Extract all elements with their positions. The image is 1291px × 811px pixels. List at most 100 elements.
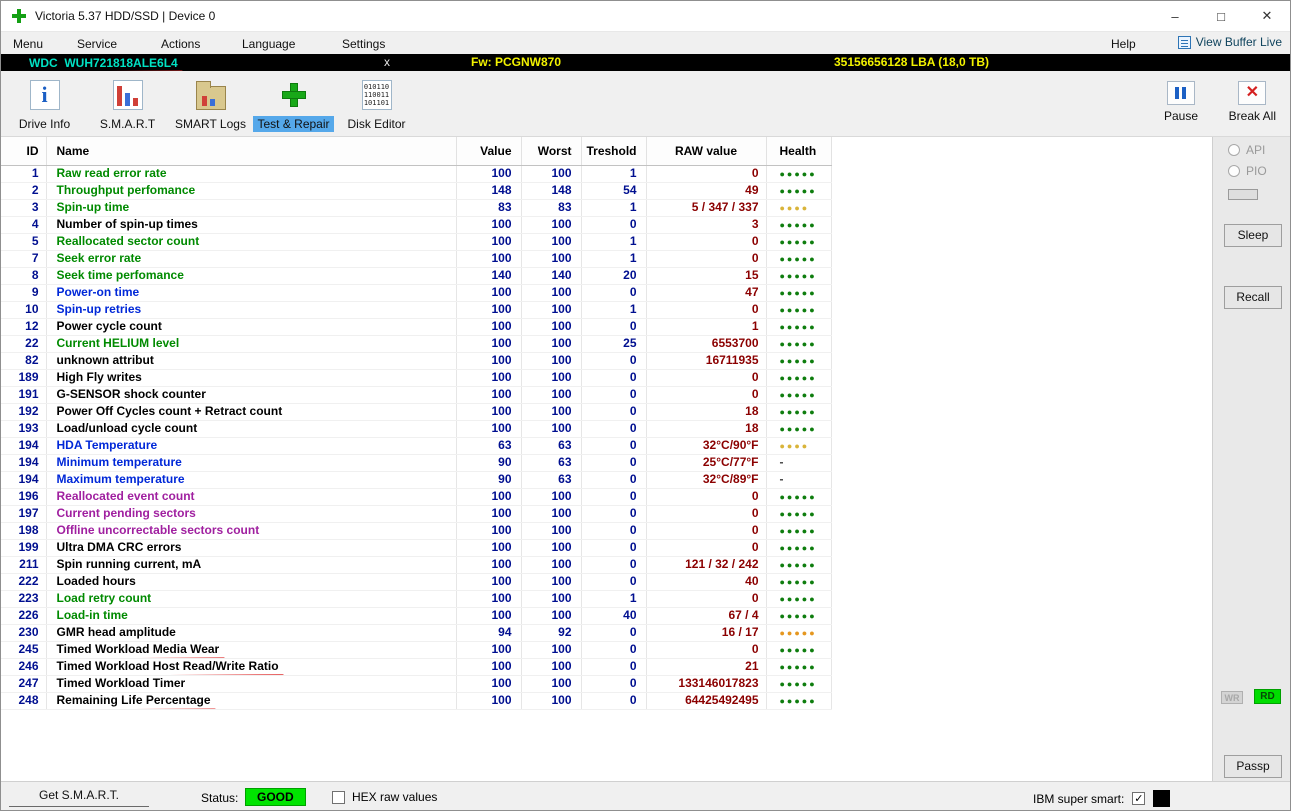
recall-button[interactable]: Recall	[1224, 286, 1282, 309]
toolbar-test-repair[interactable]: Test & Repair	[252, 75, 335, 132]
table-row[interactable]: 197 Current pending sectors 100 100 0 0 ●●●●●	[1, 505, 832, 523]
menu-item-menu[interactable]: Menu	[9, 35, 47, 53]
col-header-raw[interactable]: RAW value	[646, 137, 767, 166]
col-header-value[interactable]: Value	[456, 137, 522, 166]
close-icon[interactable]: ✕	[1244, 1, 1290, 32]
menu-item-service[interactable]: Service	[73, 35, 121, 53]
health-dots: ●●●●●	[779, 287, 817, 298]
col-header-worst[interactable]: Worst	[521, 137, 582, 166]
activity-indicator	[1228, 189, 1258, 200]
health-dots: ●●●●●	[779, 576, 817, 587]
menu-item-help[interactable]: Help	[1107, 35, 1140, 53]
api-radio[interactable]: API	[1228, 143, 1265, 157]
table-row[interactable]: 198 Offline uncorrectable sectors count 10…	[1, 522, 832, 540]
cell-value: 100	[456, 658, 522, 676]
table-row[interactable]: 82 unknown attribut 100 100 0 16711935 ●●●●●	[1, 352, 832, 370]
cell-health: ●●●●●	[766, 590, 832, 608]
maximize-icon[interactable]: □	[1198, 1, 1244, 32]
table-row[interactable]: 199 Ultra DMA CRC errors 100 100 0 0 ●●●●●	[1, 539, 832, 557]
table-row[interactable]: 9 Power-on time 100 100 0 47 ●●●●●	[1, 284, 832, 302]
table-row[interactable]: 194 HDA Temperature 63 63 0 32°C/90°F ●●●●	[1, 437, 832, 455]
menu-item-settings[interactable]: Settings	[338, 35, 389, 53]
cell-worst: 63	[521, 437, 582, 455]
health-dots: ●●●●●	[779, 508, 817, 519]
cell-raw-value: 32°C/89°F	[646, 471, 767, 489]
table-row[interactable]: 12 Power cycle count 100 100 0 1 ●●●●●	[1, 318, 832, 336]
cell-value: 100	[456, 352, 522, 370]
table-row[interactable]: 211 Spin running current, mA 100 100 0 121 / …	[1, 556, 832, 574]
cell-worst: 92	[521, 624, 582, 642]
table-row[interactable]: 10 Spin-up retries 100 100 1 0 ●●●●●	[1, 301, 832, 319]
toolbar-smart[interactable]: S.M.A.R.T	[86, 75, 169, 132]
health-dots: ●●●●●	[779, 644, 817, 655]
table-row[interactable]: 7 Seek error rate 100 100 1 0 ●●●●●	[1, 250, 832, 268]
col-header-health[interactable]: Health	[766, 137, 832, 166]
col-header-treshold[interactable]: Treshold	[581, 137, 647, 166]
table-row[interactable]: 223 Load retry count 100 100 1 0 ●●●●●	[1, 590, 832, 608]
cell-worst: 100	[521, 607, 582, 625]
cell-id: 12	[1, 318, 47, 336]
table-row[interactable]: 189 High Fly writes 100 100 0 0 ●●●●●	[1, 369, 832, 387]
cell-raw-value: 3	[646, 216, 767, 234]
col-header-id[interactable]: ID	[1, 137, 47, 166]
cell-value: 100	[456, 556, 522, 574]
table-row[interactable]: 222 Loaded hours 100 100 0 40 ●●●●●	[1, 573, 832, 591]
cell-id: 196	[1, 488, 47, 506]
table-row[interactable]: 248 Remaining Life Percentage 100 100 0 64425…	[1, 692, 832, 710]
cell-worst: 100	[521, 318, 582, 336]
smart-logs-icon	[194, 78, 228, 112]
table-row[interactable]: 193 Load/unload cycle count 100 100 0 18 ●●●●●	[1, 420, 832, 438]
table-row[interactable]: 191 G-SENSOR shock counter 100 100 0 0 ●●●●●	[1, 386, 832, 404]
table-row[interactable]: 4 Number of spin-up times 100 100 0 3 ●●●●●	[1, 216, 832, 234]
cell-id: 10	[1, 301, 47, 319]
table-row[interactable]: 194 Maximum temperature 90 63 0 32°C/89°F -	[1, 471, 832, 489]
cell-treshold: 1	[581, 165, 647, 183]
table-row[interactable]: 3 Spin-up time 83 83 1 5 / 347 / 337 ●●●●	[1, 199, 832, 217]
cell-treshold: 0	[581, 454, 647, 472]
get-smart-button[interactable]: Get S.M.A.R.T.	[9, 786, 149, 807]
toolbar-smart-logs[interactable]: SMART Logs	[169, 75, 252, 132]
health-dots: ●●●●●	[779, 253, 817, 264]
break-all-icon: ✕	[1238, 81, 1267, 105]
toolbar-disk-editor[interactable]: 010110 110011 101101 Disk Editor	[335, 75, 418, 132]
minimize-icon[interactable]: –	[1152, 1, 1198, 32]
cell-worst: 100	[521, 641, 582, 659]
ibm-checkbox-icon[interactable]: ✓	[1132, 792, 1146, 805]
status-label: Status:	[201, 791, 239, 805]
cell-value: 94	[456, 624, 522, 642]
table-row[interactable]: 196 Reallocated event count 100 100 0 0 ●●●●●	[1, 488, 832, 506]
table-row[interactable]: 230 GMR head amplitude 94 92 0 16 / 17 ●●●●●	[1, 624, 832, 642]
cell-health: ●●●●●	[766, 250, 832, 268]
table-row[interactable]: 246 Timed Workload Host Read/Write Ratio 1…	[1, 658, 832, 676]
table-row[interactable]: 192 Power Off Cycles count + Retract coun…	[1, 403, 832, 421]
cell-raw-value: 16711935	[646, 352, 767, 370]
break-all-button[interactable]: ✕ Break All	[1229, 81, 1276, 123]
toolbar-drive-info[interactable]: i Drive Info	[3, 75, 86, 132]
table-row[interactable]: 247 Timed Workload Timer 100 100 0 1331460178…	[1, 675, 832, 693]
table-row[interactable]: 8 Seek time perfomance 140 140 20 15 ●●●●●	[1, 267, 832, 285]
table-row[interactable]: 22 Current HELIUM level 100 100 25 6553700 ●●●…	[1, 335, 832, 353]
cell-treshold: 0	[581, 675, 647, 693]
cell-name: Loaded hours	[46, 573, 457, 591]
cell-raw-value: 0	[646, 505, 767, 523]
view-buffer-live[interactable]: View Buffer Live	[1177, 35, 1282, 49]
pause-button[interactable]: Pause	[1164, 81, 1198, 123]
pause-icon	[1166, 81, 1195, 105]
table-row[interactable]: 1 Raw read error rate 100 100 1 0 ●●●●●	[1, 165, 832, 183]
passp-button[interactable]: Passp	[1224, 755, 1282, 778]
menu-item-actions[interactable]: Actions	[157, 35, 204, 53]
menu-item-language[interactable]: Language	[238, 35, 299, 53]
pio-radio[interactable]: PIO	[1228, 164, 1267, 178]
hex-raw-values-checkbox[interactable]: HEX raw values	[332, 790, 437, 804]
health-dots: ●●●●●	[779, 661, 817, 672]
device-close-icon[interactable]: x	[384, 55, 390, 69]
table-row[interactable]: 194 Minimum temperature 90 63 0 25°C/77°F -	[1, 454, 832, 472]
sleep-button[interactable]: Sleep	[1224, 224, 1282, 247]
table-row[interactable]: 245 Timed Workload Media Wear 100 100 0 0 ●●●●…	[1, 641, 832, 659]
table-row[interactable]: 5 Reallocated sector count 100 100 1 0 ●●●●●	[1, 233, 832, 251]
col-header-name[interactable]: Name	[46, 137, 457, 166]
app-window: Victoria 5.37 HDD/SSD | Device 0 – □ ✕ M…	[0, 0, 1291, 811]
table-row[interactable]: 226 Load-in time 100 100 40 67 / 4 ●●●●●	[1, 607, 832, 625]
ibm-label: IBM super smart:	[1033, 791, 1125, 806]
table-row[interactable]: 2 Throughput perfomance 148 148 54 49 ●●●●●	[1, 182, 832, 200]
